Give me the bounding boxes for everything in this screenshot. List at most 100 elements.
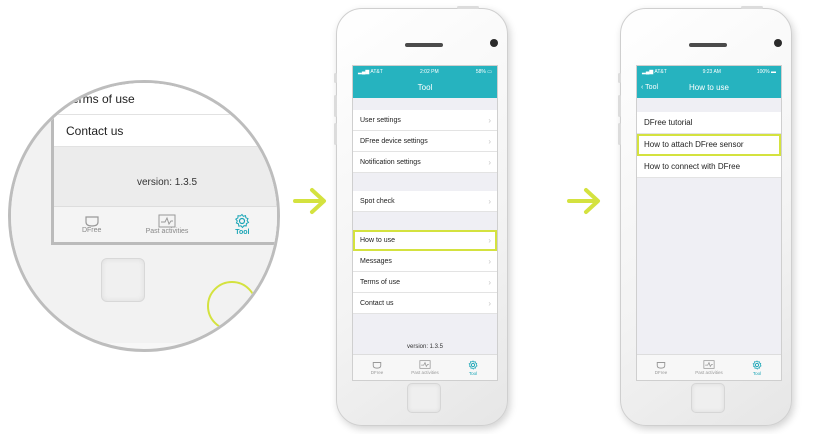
connect-dfree-row[interactable]: How to connect with DFree	[637, 156, 781, 178]
back-label: Tool	[645, 84, 659, 91]
activity-chart-icon	[158, 214, 176, 228]
tab-label: Tool	[752, 370, 762, 376]
row-label: How to attach DFree sensor	[644, 140, 744, 149]
tab-tool[interactable]: Tool	[733, 355, 781, 380]
dfree-tutorial-row[interactable]: DFree tutorial	[637, 112, 781, 134]
tab-label: Past activities	[695, 370, 723, 375]
chevron-right-icon: ›	[488, 256, 491, 266]
battery-icon: ▬	[770, 69, 776, 75]
row-label: Terms of use	[360, 278, 401, 286]
tool-highlight-ring	[207, 281, 257, 331]
tab-label: Past activities	[411, 370, 439, 375]
arrow-right-icon	[567, 188, 600, 214]
chevron-right-icon: ›	[488, 235, 491, 245]
zoom-screen: Terms of use Contact us › version: 1.3.5…	[51, 83, 277, 245]
tab-dfree[interactable]: DFree	[637, 355, 685, 380]
tab-label: DFree	[654, 369, 668, 375]
contact-row[interactable]: Contact us ›	[353, 293, 497, 314]
row-label: User settings	[360, 116, 401, 124]
activity-chart-icon	[419, 360, 431, 369]
page-title: How to use	[688, 83, 730, 92]
chevron-right-icon: ›	[488, 298, 491, 308]
row-label: Spot check	[360, 197, 395, 205]
power-button	[457, 6, 479, 9]
user-settings-row[interactable]: User settings ›	[353, 110, 497, 131]
zoom-tab-dfree[interactable]: DFree	[54, 207, 129, 242]
tool-screen: ▂▄▆ AT&T 2:02 PM 58% ▭ Tool User setting…	[352, 65, 498, 381]
row-label: How to connect with DFree	[644, 162, 741, 171]
power-button	[741, 6, 763, 9]
tab-bar: DFree Past activities Tool	[637, 354, 781, 380]
zoom-terms-label: Terms of use	[66, 91, 135, 106]
zoom-version: version: 1.3.5	[136, 177, 198, 188]
terms-row[interactable]: Terms of use ›	[353, 272, 497, 293]
speaker-grille	[405, 43, 443, 47]
tab-label: DFree	[370, 369, 384, 375]
tab-dfree[interactable]: DFree	[353, 355, 401, 380]
carrier-text: AT&T	[370, 69, 383, 75]
zoom-contact-row[interactable]: Contact us ›	[54, 115, 277, 147]
tab-bar: DFree Past activities Tool	[353, 354, 497, 380]
zoom-tab-tool[interactable]: Tool	[205, 207, 277, 242]
gear-icon	[235, 213, 250, 229]
spot-check-row[interactable]: Spot check ›	[353, 191, 497, 212]
zoom-tab-past-label: Past activities	[145, 228, 189, 235]
volume-up-button	[618, 95, 621, 117]
back-button[interactable]: ‹ Tool	[641, 78, 658, 98]
battery-label: 58% ▭	[476, 69, 492, 75]
how-to-use-row[interactable]: How to use ›	[353, 230, 497, 251]
volume-down-button	[618, 123, 621, 145]
chevron-right-icon: ›	[488, 277, 491, 287]
battery-icon: ▭	[487, 69, 492, 75]
carrier-label: ▂▄▆ AT&T	[358, 69, 383, 75]
how-to-use-screen: ▂▄▆ AT&T 9:23 AM 100% ▬ ‹ Tool How to us…	[636, 65, 782, 381]
battery-label: 100% ▬	[757, 69, 776, 75]
volume-down-button	[334, 123, 337, 145]
camera-icon	[490, 39, 498, 47]
signal-icon: ▂▄▆	[642, 69, 654, 75]
status-bar: ▂▄▆ AT&T 2:02 PM 58% ▭	[353, 66, 497, 78]
dfree-device-icon	[656, 361, 666, 369]
home-button	[407, 383, 441, 413]
nav-bar: Tool	[353, 78, 497, 98]
row-label: Messages	[360, 257, 392, 265]
tab-past-activities[interactable]: Past activities	[401, 355, 449, 380]
chevron-right-icon: ›	[266, 123, 270, 138]
chevron-right-icon: ›	[488, 136, 491, 146]
chevron-right-icon: ›	[488, 196, 491, 206]
page-title: Tool	[417, 83, 433, 92]
row-label: How to use	[360, 236, 396, 244]
mute-switch	[618, 73, 621, 83]
tab-label: Tool	[468, 370, 478, 376]
zoom-tab-past[interactable]: Past activities	[129, 207, 204, 242]
chevron-right-icon: ›	[488, 115, 491, 125]
clock: 9:23 AM	[702, 69, 721, 75]
chevron-left-icon: ‹	[641, 84, 644, 91]
notification-settings-row[interactable]: Notification settings ›	[353, 152, 497, 173]
carrier-text: AT&T	[654, 69, 667, 75]
row-label: Notification settings	[360, 158, 421, 166]
phone-tool-screen: ▂▄▆ AT&T 2:02 PM 58% ▭ Tool User setting…	[334, 6, 508, 426]
clock: 2:02 PM	[420, 69, 439, 75]
phone-how-to-use-screen: ▂▄▆ AT&T 9:23 AM 100% ▬ ‹ Tool How to us…	[618, 6, 792, 426]
zoom-terms-row[interactable]: Terms of use	[54, 83, 277, 115]
device-settings-row[interactable]: DFree device settings ›	[353, 131, 497, 152]
messages-row[interactable]: Messages ›	[353, 251, 497, 272]
zoom-home-button	[101, 258, 145, 302]
tab-tool[interactable]: Tool	[449, 355, 497, 380]
arrow-right-icon	[293, 188, 326, 214]
zoom-tab-bar: DFree Past activities Tool	[54, 206, 277, 242]
activity-chart-icon	[703, 360, 715, 369]
attach-sensor-row[interactable]: How to attach DFree sensor	[637, 134, 781, 156]
volume-up-button	[334, 95, 337, 117]
battery-text: 58%	[475, 69, 486, 75]
nav-bar: ‹ Tool How to use	[637, 78, 781, 98]
zoom-magnifier: Terms of use Contact us › version: 1.3.5…	[8, 80, 280, 352]
row-label: DFree tutorial	[644, 118, 693, 127]
battery-text: 100%	[756, 69, 770, 75]
row-label: DFree device settings	[360, 137, 428, 145]
signal-icon: ▂▄▆	[358, 69, 370, 75]
zoom-tab-dfree-label: DFree	[81, 227, 102, 234]
version-label: version: 1.3.5	[406, 344, 444, 350]
tab-past-activities[interactable]: Past activities	[685, 355, 733, 380]
